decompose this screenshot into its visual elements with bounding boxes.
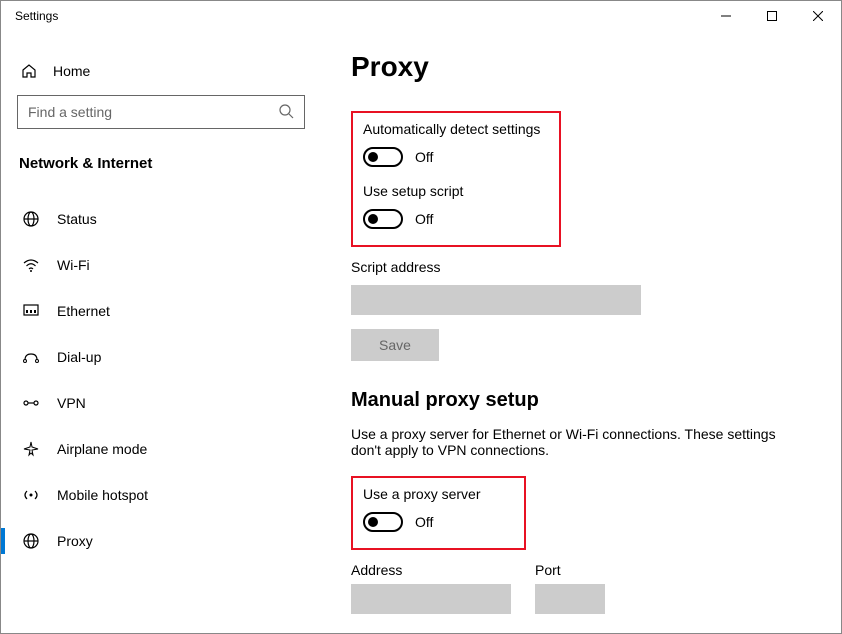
address-label: Address xyxy=(351,562,511,578)
sidebar-item-proxy[interactable]: Proxy xyxy=(17,518,305,564)
home-label: Home xyxy=(53,63,90,79)
ethernet-icon xyxy=(21,302,41,320)
maximize-icon xyxy=(767,11,777,21)
sidebar-item-label: Mobile hotspot xyxy=(57,487,148,503)
sidebar-item-ethernet[interactable]: Ethernet xyxy=(17,288,305,334)
sidebar-item-label: Status xyxy=(57,211,97,227)
sidebar-item-label: VPN xyxy=(57,395,86,411)
search-box[interactable] xyxy=(17,95,305,129)
sidebar-item-dialup[interactable]: Dial-up xyxy=(17,334,305,380)
setup-script-toggle[interactable] xyxy=(363,209,403,229)
sidebar-item-label: Ethernet xyxy=(57,303,110,319)
setup-script-label: Use setup script xyxy=(363,183,549,199)
sidebar-item-label: Proxy xyxy=(57,533,93,549)
sidebar-item-airplane[interactable]: Airplane mode xyxy=(17,426,305,472)
section-title: Network & Internet xyxy=(19,155,305,172)
maximize-button[interactable] xyxy=(749,1,795,31)
home-link[interactable]: Home xyxy=(17,57,305,95)
hotspot-icon xyxy=(21,486,41,504)
use-proxy-toggle[interactable] xyxy=(363,512,403,532)
sidebar-item-wifi[interactable]: Wi-Fi xyxy=(17,242,305,288)
port-label: Port xyxy=(535,562,605,578)
status-icon xyxy=(21,210,41,228)
dialup-icon xyxy=(21,348,41,366)
auto-detect-toggle[interactable] xyxy=(363,147,403,167)
titlebar: Settings xyxy=(1,1,841,33)
airplane-icon xyxy=(21,440,41,458)
manual-title: Manual proxy setup xyxy=(351,389,811,412)
sidebar-item-hotspot[interactable]: Mobile hotspot xyxy=(17,472,305,518)
script-address-label: Script address xyxy=(351,259,811,275)
wifi-icon xyxy=(21,256,41,274)
highlight-manual: Use a proxy server Off xyxy=(351,476,526,550)
window-controls xyxy=(703,1,841,31)
use-proxy-state: Off xyxy=(415,514,433,530)
sidebar-item-label: Wi-Fi xyxy=(57,257,90,273)
sidebar-item-status[interactable]: Status xyxy=(17,196,305,242)
sidebar-item-label: Airplane mode xyxy=(57,441,147,457)
script-address-input xyxy=(351,285,641,315)
search-input[interactable] xyxy=(28,104,278,120)
use-proxy-label: Use a proxy server xyxy=(363,486,514,502)
port-input xyxy=(535,584,605,614)
page-title: Proxy xyxy=(351,51,811,83)
window-title: Settings xyxy=(1,1,58,23)
nav-list: Status Wi-Fi Ethernet Dial-up xyxy=(17,196,305,564)
close-icon xyxy=(813,11,823,21)
manual-description: Use a proxy server for Ethernet or Wi-Fi… xyxy=(351,426,801,458)
auto-detect-label: Automatically detect settings xyxy=(363,121,549,137)
save-button[interactable]: Save xyxy=(351,329,439,361)
sidebar-item-label: Dial-up xyxy=(57,349,101,365)
sidebar-item-vpn[interactable]: VPN xyxy=(17,380,305,426)
highlight-auto: Automatically detect settings Off Use se… xyxy=(351,111,561,247)
minimize-button[interactable] xyxy=(703,1,749,31)
vpn-icon xyxy=(21,394,41,412)
address-input xyxy=(351,584,511,614)
search-icon xyxy=(278,103,294,122)
main-panel: Proxy Automatically detect settings Off … xyxy=(321,33,841,633)
home-icon xyxy=(19,63,39,79)
setup-script-state: Off xyxy=(415,211,433,227)
auto-detect-state: Off xyxy=(415,149,433,165)
proxy-icon xyxy=(21,532,41,550)
sidebar: Home Network & Internet Status Wi-Fi xyxy=(1,33,321,633)
minimize-icon xyxy=(721,11,731,21)
close-button[interactable] xyxy=(795,1,841,31)
